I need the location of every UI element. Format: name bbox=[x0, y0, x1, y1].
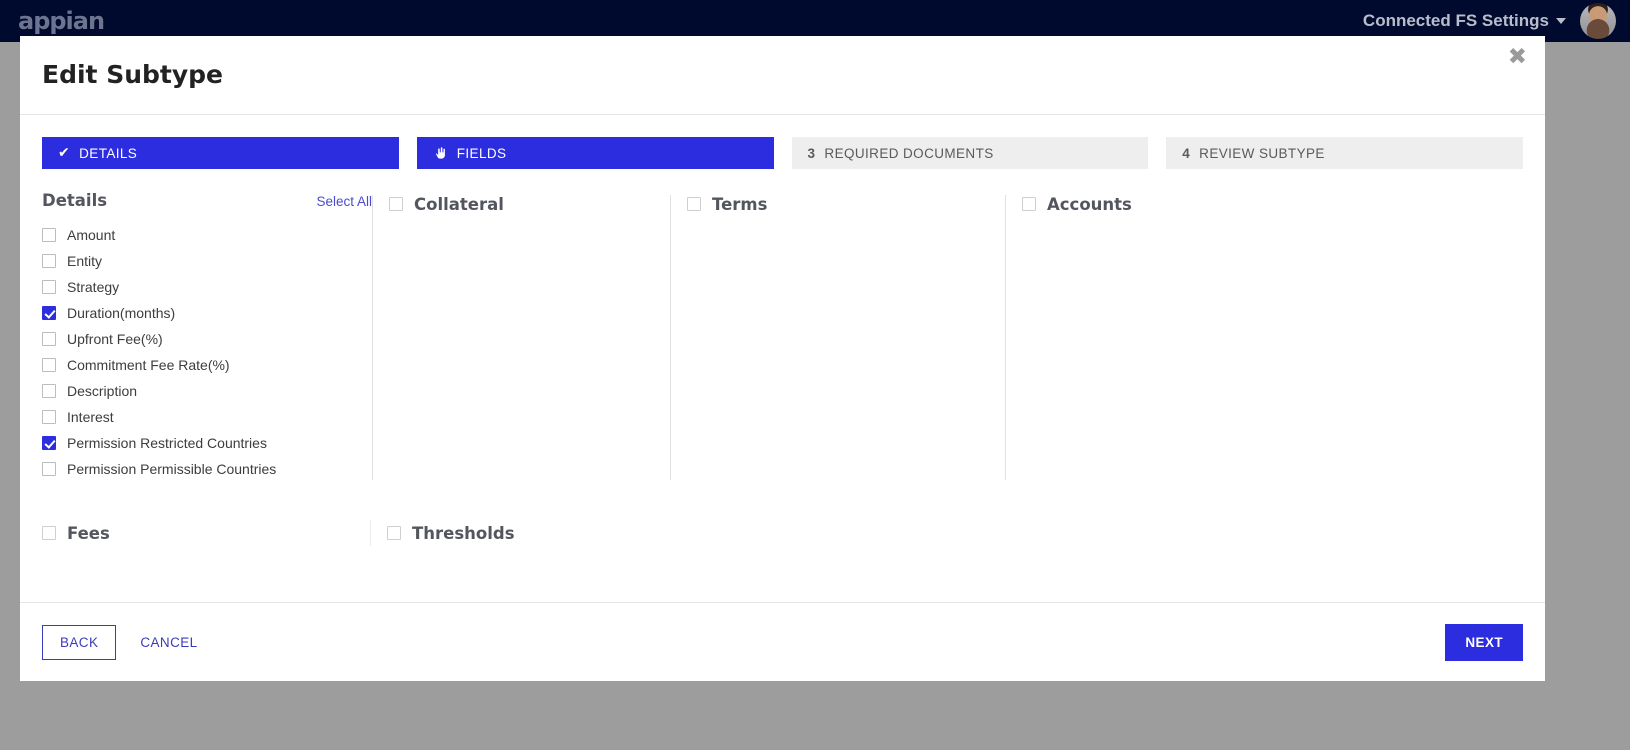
accounts-checkbox[interactable] bbox=[1022, 197, 1036, 211]
details-option-checkbox[interactable] bbox=[42, 306, 56, 320]
fees-title: Fees bbox=[67, 523, 110, 543]
details-option-label: Description bbox=[67, 383, 138, 399]
details-option-row[interactable]: Duration(months) bbox=[42, 300, 372, 326]
edit-subtype-dialog: ✖ Edit Subtype ✔ DETAILS FIELDS 3 REQUIR… bbox=[20, 36, 1545, 681]
details-option-row[interactable]: Entity bbox=[42, 248, 372, 274]
details-option-checkbox[interactable] bbox=[42, 280, 56, 294]
fees-group-header[interactable]: Fees bbox=[42, 520, 370, 546]
details-option-checkbox[interactable] bbox=[42, 462, 56, 476]
details-option-row[interactable]: Permission Permissible Countries bbox=[42, 456, 372, 482]
field-group-columns: Details Select All Amount Entity Strategy D… bbox=[42, 191, 1523, 482]
details-option-label: Interest bbox=[67, 409, 114, 425]
details-option-row[interactable]: Description bbox=[42, 378, 372, 404]
accounts-title: Accounts bbox=[1047, 194, 1132, 214]
tab-fields-label: FIELDS bbox=[456, 145, 507, 161]
column-divider bbox=[1005, 195, 1006, 480]
connected-fs-settings-label: Connected FS Settings bbox=[1362, 11, 1549, 30]
column-fees: Fees bbox=[42, 520, 370, 546]
details-option-checkbox[interactable] bbox=[42, 410, 56, 424]
details-column-header: Details Select All bbox=[42, 191, 372, 217]
tab-required-documents-number: 3 bbox=[807, 145, 816, 161]
tab-review-subtype-number: 4 bbox=[1182, 145, 1191, 161]
tab-details-label: DETAILS bbox=[79, 145, 138, 161]
dialog-footer: BACK CANCEL NEXT bbox=[20, 603, 1545, 681]
details-option-row[interactable]: Upfront Fee(%) bbox=[42, 326, 372, 352]
details-option-checkbox[interactable] bbox=[42, 436, 56, 450]
column-divider bbox=[670, 195, 671, 480]
collateral-group-header[interactable]: Collateral bbox=[389, 191, 670, 217]
details-option-checkbox[interactable] bbox=[42, 358, 56, 372]
column-details: Details Select All Amount Entity Strategy D… bbox=[42, 191, 372, 482]
collateral-title: Collateral bbox=[414, 194, 504, 214]
details-option-label: Amount bbox=[67, 227, 116, 243]
tab-required-documents[interactable]: 3 REQUIRED DOCUMENTS bbox=[791, 137, 1149, 169]
column-terms: Terms bbox=[670, 191, 1005, 482]
appian-logo: appian bbox=[18, 7, 105, 35]
details-option-label: Upfront Fee(%) bbox=[67, 331, 163, 347]
details-option-label: Entity bbox=[67, 253, 103, 269]
terms-checkbox[interactable] bbox=[687, 197, 701, 211]
topbar-right-group: Connected FS Settings bbox=[1363, 3, 1630, 39]
tab-fields[interactable]: FIELDS bbox=[416, 137, 774, 169]
details-title: Details bbox=[42, 191, 108, 210]
field-group-columns-row2: Fees Thresholds bbox=[42, 520, 1523, 546]
next-button[interactable]: NEXT bbox=[1445, 623, 1523, 661]
connected-fs-settings-menu[interactable]: Connected FS Settings bbox=[1363, 11, 1566, 31]
details-option-checkbox[interactable] bbox=[42, 228, 56, 242]
wizard-steps: ✔ DETAILS FIELDS 3 REQUIRED DOCUMENTS 4 … bbox=[20, 115, 1545, 169]
column-accounts: Accounts bbox=[1005, 191, 1305, 482]
tab-review-subtype-label: REVIEW SUBTYPE bbox=[1199, 145, 1325, 161]
details-option-label: Duration(months) bbox=[67, 305, 176, 321]
column-divider bbox=[372, 195, 373, 480]
details-option-row[interactable]: Permission Restricted Countries bbox=[42, 430, 372, 456]
avatar[interactable] bbox=[1580, 3, 1616, 39]
terms-title: Terms bbox=[712, 194, 768, 214]
terms-group-header[interactable]: Terms bbox=[687, 191, 1005, 217]
tab-details[interactable]: ✔ DETAILS bbox=[42, 137, 399, 169]
details-option-label: Strategy bbox=[67, 279, 120, 295]
details-option-row[interactable]: Amount bbox=[42, 222, 372, 248]
details-option-row[interactable]: Strategy bbox=[42, 274, 372, 300]
details-option-label: Permission Permissible Countries bbox=[67, 461, 277, 477]
accounts-group-header[interactable]: Accounts bbox=[1022, 191, 1305, 217]
tab-review-subtype[interactable]: 4 REVIEW SUBTYPE bbox=[1166, 137, 1523, 169]
details-option-label: Commitment Fee Rate(%) bbox=[67, 357, 230, 373]
details-option-list: Amount Entity Strategy Duration(months) Upfr… bbox=[42, 222, 372, 482]
details-option-row[interactable]: Interest bbox=[42, 404, 372, 430]
page-title: Edit Subtype bbox=[42, 60, 223, 89]
details-option-row[interactable]: Commitment Fee Rate(%) bbox=[42, 352, 372, 378]
back-button[interactable]: BACK bbox=[42, 624, 117, 660]
fields-panel: Details Select All Amount Entity Strategy D… bbox=[20, 169, 1545, 602]
details-option-checkbox[interactable] bbox=[42, 332, 56, 346]
column-thresholds: Thresholds bbox=[370, 520, 670, 546]
fees-checkbox[interactable] bbox=[42, 526, 56, 540]
details-option-checkbox[interactable] bbox=[42, 254, 56, 268]
cancel-button[interactable]: CANCEL bbox=[124, 626, 213, 659]
select-all-link[interactable]: Select All bbox=[316, 194, 372, 209]
pointing-hand-icon bbox=[433, 146, 448, 161]
thresholds-group-header[interactable]: Thresholds bbox=[387, 520, 670, 546]
tab-required-documents-label: REQUIRED DOCUMENTS bbox=[824, 145, 994, 161]
close-icon[interactable]: ✖ bbox=[1508, 46, 1527, 69]
chevron-down-icon bbox=[1556, 18, 1566, 24]
collateral-checkbox[interactable] bbox=[389, 197, 403, 211]
column-collateral: Collateral bbox=[372, 191, 670, 482]
check-icon: ✔ bbox=[58, 145, 71, 161]
details-option-label: Permission Restricted Countries bbox=[67, 435, 267, 451]
thresholds-checkbox[interactable] bbox=[387, 526, 401, 540]
details-option-checkbox[interactable] bbox=[42, 384, 56, 398]
thresholds-title: Thresholds bbox=[412, 523, 515, 543]
